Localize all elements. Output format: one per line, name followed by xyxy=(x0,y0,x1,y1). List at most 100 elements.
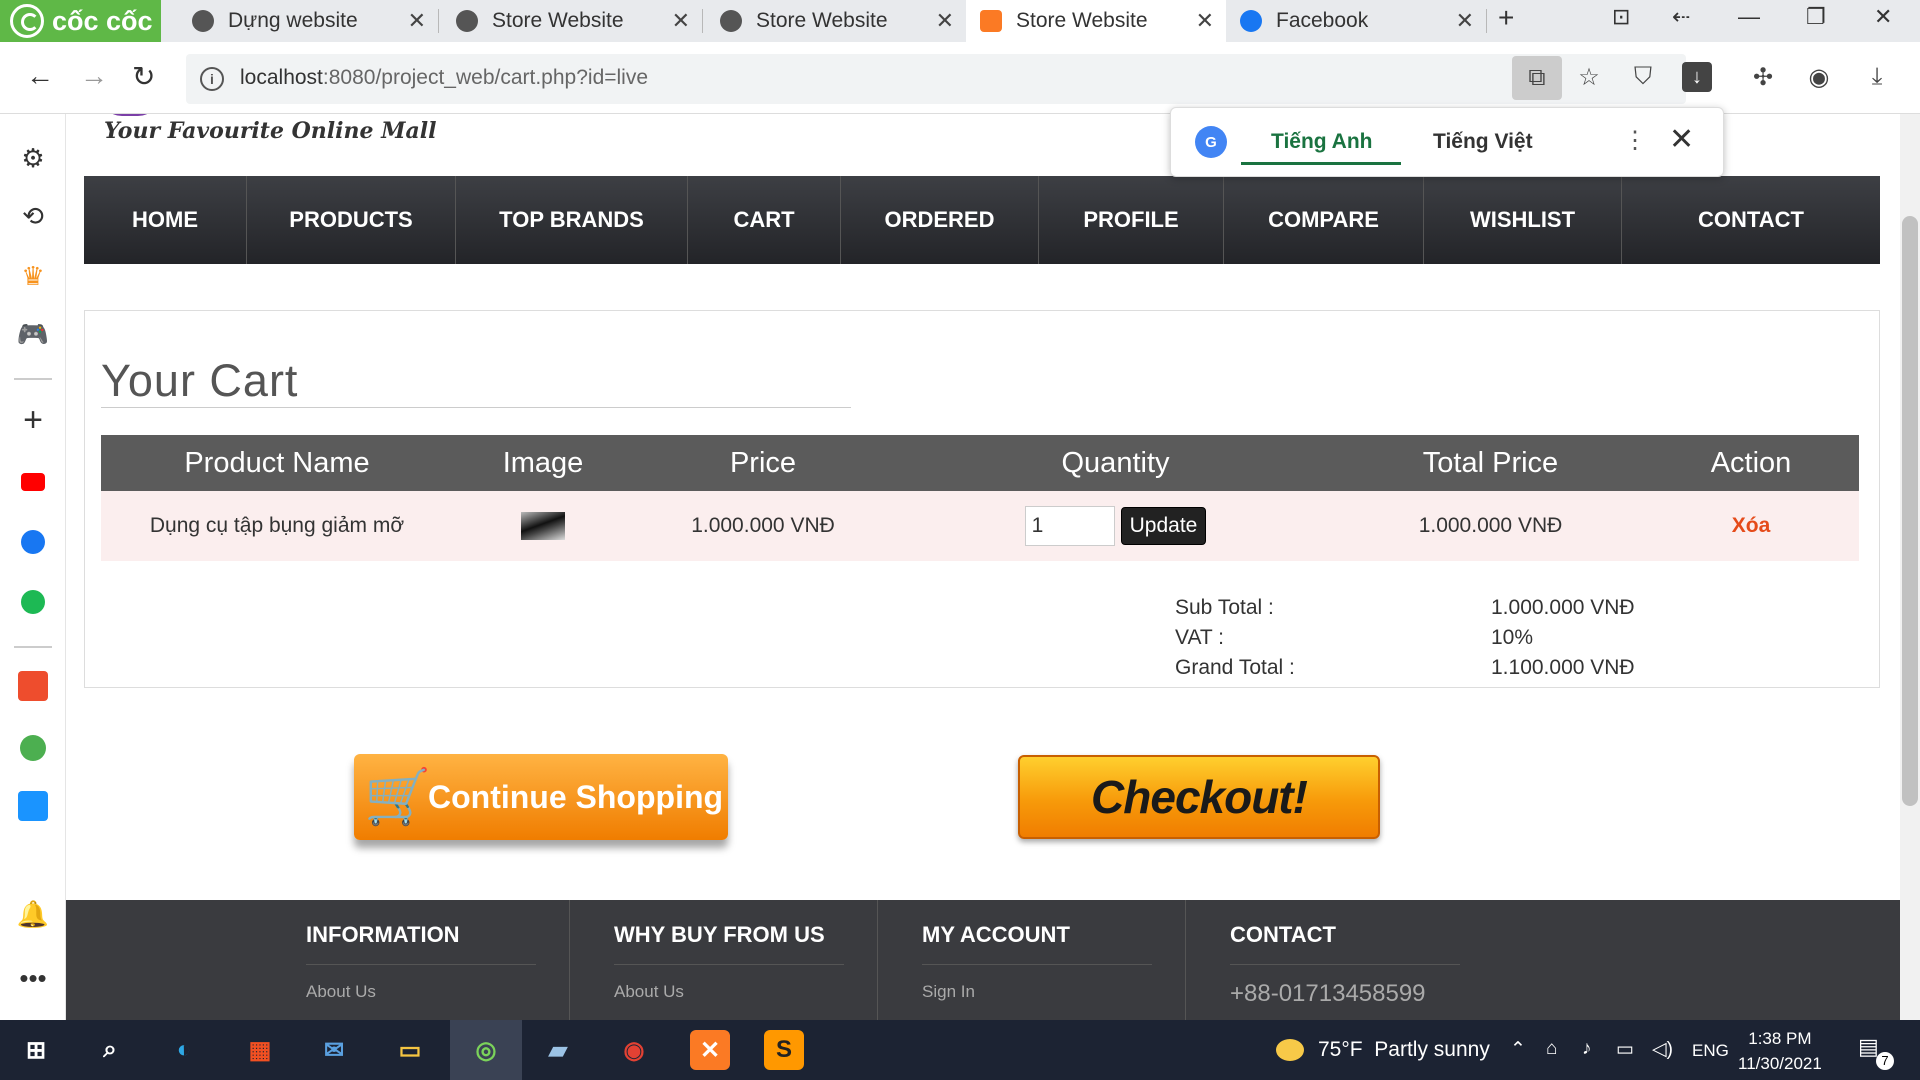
footer-link-sign-in[interactable]: Sign In xyxy=(922,982,975,1002)
extensions-icon[interactable]: ✣ xyxy=(1748,62,1778,92)
quantity-input[interactable]: 1 xyxy=(1024,506,1115,546)
product-thumbnail xyxy=(521,512,565,540)
footer-heading: WHY BUY FROM US xyxy=(614,922,825,947)
lang-vietnamese-tab[interactable]: Tiếng Việt xyxy=(1433,130,1533,154)
profile-icon[interactable]: ◉ xyxy=(1804,62,1834,92)
meet-icon[interactable]: ⌂ xyxy=(1546,1038,1557,1060)
translate-icon[interactable]: ⧉ xyxy=(1512,56,1562,100)
microphone-icon[interactable]: ♪ xyxy=(1582,1038,1592,1060)
notification-center-icon[interactable]: ▤ xyxy=(1858,1034,1879,1060)
tab-store-website-1[interactable]: Store Website ✕ xyxy=(442,0,703,42)
add-icon[interactable]: + xyxy=(17,401,49,439)
footer-col-information: INFORMATION About Us xyxy=(66,900,570,1020)
footer-phone: +88-01713458599 xyxy=(1230,980,1426,1007)
close-icon[interactable]: ✕ xyxy=(1669,122,1694,157)
facebook-icon[interactable] xyxy=(17,526,49,558)
tab-close-icon[interactable]: ✕ xyxy=(672,8,690,34)
mail-icon[interactable]: ✉ xyxy=(314,1030,354,1070)
new-tab-button[interactable]: + xyxy=(1498,2,1514,34)
nav-cart[interactable]: CART xyxy=(688,176,841,264)
restore-icon[interactable]: ❐ xyxy=(1806,4,1826,30)
coccoc-taskbar-icon[interactable]: ◎ xyxy=(450,1020,522,1080)
tab-dung-website[interactable]: Dựng website ✕ xyxy=(178,0,439,42)
reload-icon[interactable]: ↻ xyxy=(132,60,155,93)
checkout-button[interactable]: Checkout! xyxy=(1018,755,1380,839)
chrome-icon[interactable]: ◉ xyxy=(614,1030,654,1070)
back-icon[interactable]: ← xyxy=(26,60,54,92)
nav-products[interactable]: PRODUCTS xyxy=(247,176,456,264)
footer-link-about[interactable]: About Us xyxy=(306,982,376,1002)
settings-gear-icon[interactable]: ⚙ xyxy=(17,142,49,174)
language-indicator[interactable]: ENG xyxy=(1692,1041,1729,1061)
tab-close-icon[interactable]: ✕ xyxy=(1196,8,1214,34)
notification-bell-icon[interactable]: 🔔 xyxy=(17,898,49,930)
system-clock[interactable]: 1:38 PM 11/30/2021 xyxy=(1738,1026,1822,1076)
weather-temp: 75°F xyxy=(1318,1038,1363,1061)
tab-close-icon[interactable]: ✕ xyxy=(408,8,426,34)
shield-icon[interactable]: ⛉ xyxy=(1628,62,1658,92)
delete-link[interactable]: Xóa xyxy=(1732,514,1771,538)
browser-toolbar: ← → ↻ i localhost:8080/project_web/cart.… xyxy=(0,42,1920,114)
coccoc-logo-icon xyxy=(10,4,44,38)
edge-icon[interactable]: ◐ xyxy=(164,1030,204,1070)
volume-icon[interactable]: ◁) xyxy=(1652,1038,1673,1061)
tab-close-icon[interactable]: ✕ xyxy=(936,8,954,34)
site-logo[interactable] xyxy=(100,114,160,116)
tab-facebook[interactable]: Facebook ✕ xyxy=(1226,0,1487,42)
crown-icon[interactable]: ♛ xyxy=(17,260,49,292)
gamepad-icon[interactable]: 🎮 xyxy=(17,318,49,350)
tab-close-icon[interactable]: ✕ xyxy=(1456,8,1474,34)
close-window-icon[interactable]: ✕ xyxy=(1874,4,1892,30)
nav-compare[interactable]: COMPARE xyxy=(1224,176,1424,264)
xampp-icon[interactable]: ✕ xyxy=(690,1030,730,1070)
coccoc-map-icon[interactable] xyxy=(17,732,49,764)
battery-icon[interactable]: ▭ xyxy=(1616,1038,1634,1061)
header-total-price: Total Price xyxy=(1422,446,1559,479)
cart-table: Product Name Image Price Quantity Total … xyxy=(101,435,1859,561)
back-arrow-icon[interactable]: ⇠ xyxy=(1672,4,1690,30)
lang-english-tab[interactable]: Tiếng Anh xyxy=(1271,130,1373,154)
tab-store-website-active[interactable]: Store Website ✕ xyxy=(966,0,1226,42)
url-text[interactable]: localhost:8080/project_web/cart.php?id=l… xyxy=(240,66,648,90)
forward-icon[interactable]: → xyxy=(80,60,108,92)
youtube-icon[interactable] xyxy=(17,466,49,498)
chevron-up-icon[interactable]: ⌃ xyxy=(1510,1038,1526,1061)
clock-date: 11/30/2021 xyxy=(1738,1054,1822,1073)
history-icon[interactable]: ⟲ xyxy=(17,200,49,232)
nav-contact[interactable]: CONTACT xyxy=(1622,176,1880,264)
file-explorer-icon[interactable]: ▭ xyxy=(390,1030,430,1070)
google-translate-icon: G xyxy=(1195,126,1227,158)
store-icon[interactable]: ▦ xyxy=(240,1030,280,1070)
nav-profile[interactable]: PROFILE xyxy=(1039,176,1224,264)
scrollbar-thumb[interactable] xyxy=(1902,216,1918,806)
download-helper-icon[interactable]: ↓ xyxy=(1682,62,1712,92)
site-info-icon[interactable]: i xyxy=(200,67,224,91)
address-bar[interactable]: i localhost:8080/project_web/cart.php?id… xyxy=(186,54,1686,104)
spotify-icon[interactable] xyxy=(17,586,49,618)
tab-store-website-2[interactable]: Store Website ✕ xyxy=(706,0,966,42)
footer-col-contact: CONTACT +88-01713458599 xyxy=(1186,900,1900,1020)
selected-lang-underline xyxy=(1241,162,1401,165)
tiki-icon[interactable] xyxy=(17,790,49,822)
update-button[interactable]: Update xyxy=(1120,507,1207,545)
nav-top-brands[interactable]: TOP BRANDS xyxy=(456,176,688,264)
footer-link-about[interactable]: About Us xyxy=(614,982,684,1002)
windows-start-icon[interactable]: ⊞ xyxy=(16,1030,56,1070)
more-dots-icon[interactable]: ••• xyxy=(17,962,49,994)
continue-shopping-button[interactable]: 🛒 Continue Shopping xyxy=(354,754,728,840)
nav-wishlist[interactable]: WISHLIST xyxy=(1424,176,1622,264)
nav-ordered[interactable]: ORDERED xyxy=(841,176,1039,264)
notepad-icon[interactable]: ▰ xyxy=(538,1030,578,1070)
header-product-name: Product Name xyxy=(184,446,370,479)
browser-brand[interactable]: cốc cốc xyxy=(0,0,161,42)
bookmark-star-icon[interactable]: ☆ xyxy=(1574,62,1604,92)
nav-home[interactable]: HOME xyxy=(84,176,247,264)
more-options-icon[interactable]: ⋮ xyxy=(1623,126,1647,155)
weather-widget[interactable]: 75°F Partly sunny xyxy=(1276,1038,1490,1062)
downloads-icon[interactable]: ⤓ xyxy=(1862,62,1892,92)
minimize-icon[interactable]: — xyxy=(1738,4,1760,30)
search-icon[interactable]: ⌕ xyxy=(90,1030,130,1070)
shopee-sale-icon[interactable] xyxy=(17,670,49,702)
sublime-text-icon[interactable]: S xyxy=(764,1030,804,1070)
search-tabs-icon[interactable]: ⊡ xyxy=(1612,4,1630,30)
